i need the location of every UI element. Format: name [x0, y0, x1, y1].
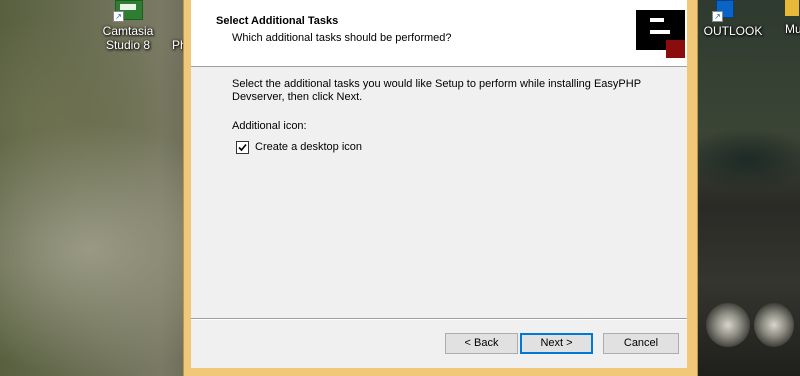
group-label: Additional icon:: [232, 120, 307, 132]
separator: [191, 319, 687, 320]
application-icon: [781, 0, 800, 22]
desktop-icon-task[interactable]: Create a desktop icon: [236, 140, 362, 154]
wizard-content: Select the additional tasks you would li…: [191, 67, 687, 317]
background-dial: [706, 303, 750, 347]
page-title: Select Additional Tasks: [216, 15, 339, 27]
desktop-icon-outlook[interactable]: ↗ OUTLOOK: [688, 0, 778, 38]
checkmark-icon: [238, 143, 247, 151]
shortcut-arrow-icon: ↗: [113, 11, 124, 22]
outlook-icon: ↗: [710, 0, 744, 22]
checkbox-label: Create a desktop icon: [255, 141, 363, 153]
next-button[interactable]: Next >: [520, 333, 593, 354]
desktop-icon-checkbox[interactable]: [236, 140, 249, 154]
desktop-icon-mu[interactable]: Mu: [781, 0, 800, 36]
page-subtitle: Which additional tasks should be perform…: [232, 32, 452, 44]
setup-wizard-window: Select Additional Tasks Which additional…: [183, 0, 698, 376]
easyphp-logo-icon: [636, 10, 685, 58]
desktop-background-right: [688, 0, 800, 376]
wizard-client-area: Select Additional Tasks Which additional…: [191, 0, 687, 368]
background-dial: [754, 303, 794, 347]
cancel-button[interactable]: Cancel: [603, 333, 679, 354]
desktop-icon-label: Mu: [785, 22, 800, 36]
camtasia-icon: ↗: [111, 0, 145, 22]
shortcut-arrow-icon: ↗: [712, 11, 723, 22]
task-description: Select the additional tasks you would li…: [232, 78, 641, 103]
back-button[interactable]: < Back: [445, 333, 518, 354]
wizard-header: Select Additional Tasks Which additional…: [191, 0, 687, 67]
desktop-icon-label: OUTLOOK: [703, 24, 763, 38]
